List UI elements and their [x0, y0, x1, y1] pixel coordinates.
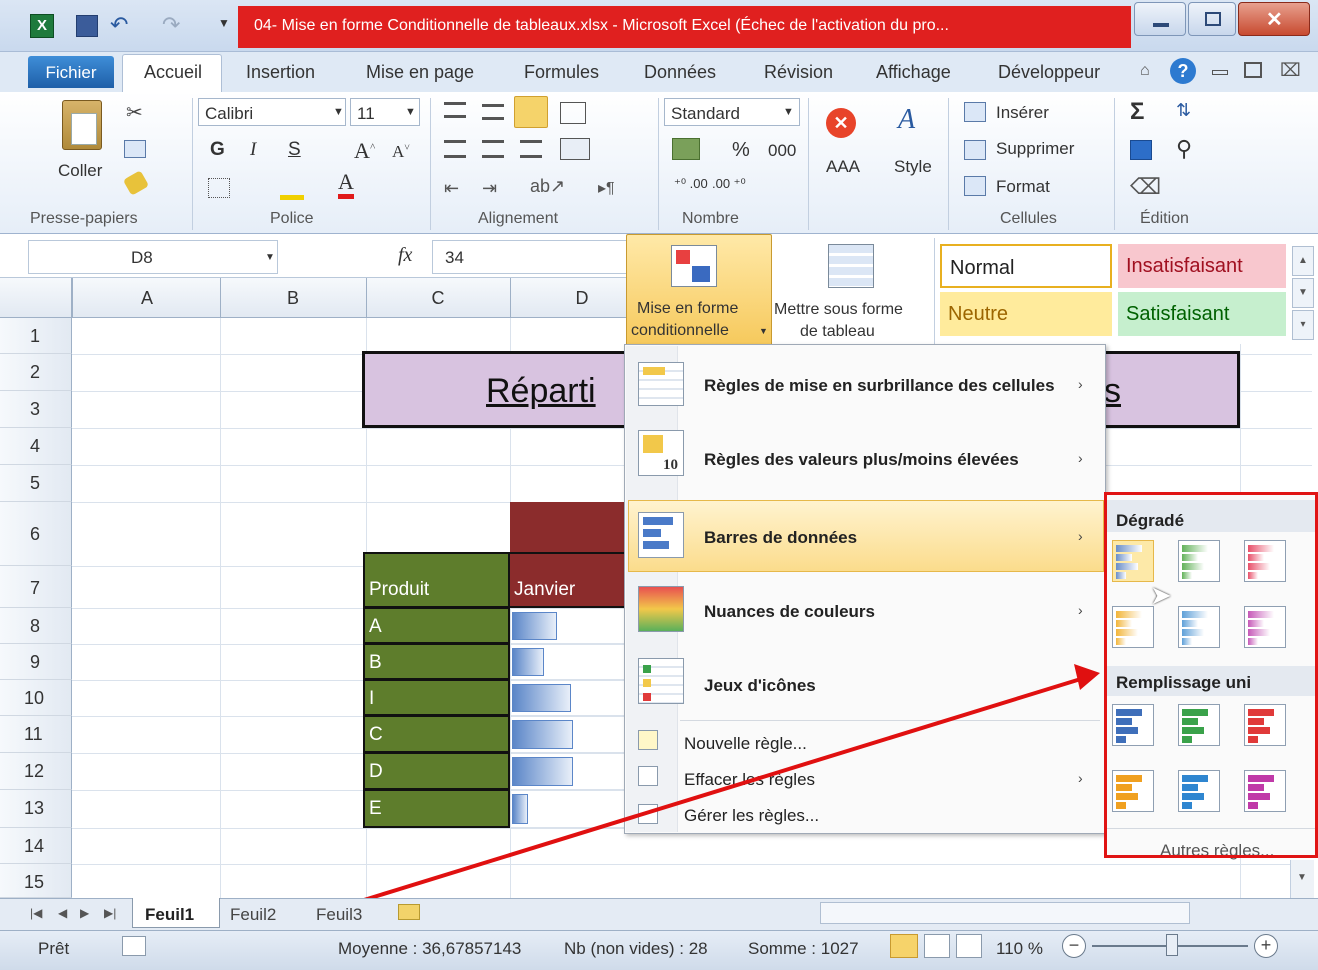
sheet-tab-feuil1[interactable]: Feuil1 — [132, 898, 220, 928]
annotation-arrow — [149, 664, 1100, 968]
sheet-nav-first-icon[interactable]: |◀ — [30, 906, 42, 920]
zoom-out-icon[interactable]: − — [1062, 934, 1086, 958]
status-sum: Somme : 1027 — [748, 939, 859, 958]
sheet-nav-next-icon[interactable]: ▶ — [80, 906, 89, 920]
sheet-tab-feuil2[interactable]: Feuil2 — [230, 906, 276, 923]
status-count: Nb (non vides) : 28 — [564, 939, 708, 958]
excel-window: X ↶ ↷ ▼ 04- Mise en forme Conditionnelle… — [0, 0, 1318, 970]
normal-view-icon[interactable] — [890, 934, 918, 958]
sheet-nav-prev-icon[interactable]: ◀ — [58, 906, 67, 920]
status-ready: Prêt — [38, 939, 70, 958]
insert-sheet-icon[interactable] — [398, 904, 420, 920]
horizontal-scrollbar[interactable] — [820, 902, 1190, 924]
zoom-level[interactable]: 110 % — [996, 940, 1043, 957]
zoom-slider-thumb[interactable] — [1166, 934, 1178, 956]
page-layout-view-icon[interactable] — [924, 934, 950, 958]
zoom-in-icon[interactable]: + — [1254, 934, 1278, 958]
status-average: Moyenne : 36,67857143 — [338, 939, 522, 958]
sheet-tab-feuil3[interactable]: Feuil3 — [316, 906, 362, 923]
sheet-nav-last-icon[interactable]: ▶| — [104, 906, 116, 920]
macro-record-icon[interactable] — [122, 936, 146, 956]
page-break-view-icon[interactable] — [956, 934, 982, 958]
